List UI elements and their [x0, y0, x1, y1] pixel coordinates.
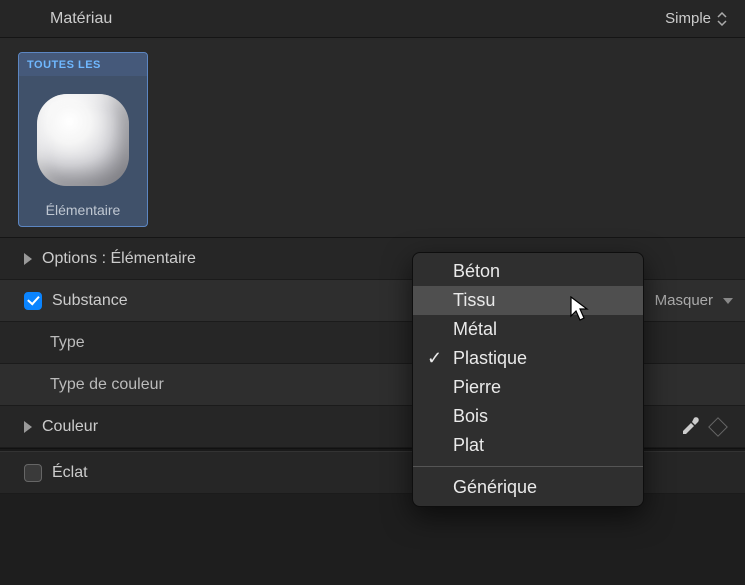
menu-item[interactable]: Béton — [413, 257, 643, 286]
menu-item[interactable]: Pierre — [413, 373, 643, 402]
disclosure-icon[interactable] — [24, 421, 32, 433]
diamond-icon[interactable] — [708, 417, 728, 437]
thumbnail-name: Élémentaire — [46, 202, 121, 218]
material-preview-blob — [37, 94, 129, 186]
eclat-checkbox[interactable] — [24, 464, 42, 482]
substance-checkbox[interactable] — [24, 292, 42, 310]
menu-item[interactable]: Bois — [413, 402, 643, 431]
substance-action-label[interactable]: Masquer — [655, 292, 713, 309]
menu-item[interactable]: Tissu — [413, 286, 643, 315]
menu-separator — [413, 466, 643, 467]
disclosure-icon[interactable] — [24, 253, 32, 265]
thumbnail-preview — [29, 86, 137, 194]
type-dropdown-menu[interactable]: BétonTissuMétalPlastiquePierreBoisPlat Gé… — [412, 252, 644, 507]
chevron-down-icon[interactable] — [723, 298, 733, 304]
menu-item[interactable]: Générique — [413, 473, 643, 502]
menu-item[interactable]: Plastique — [413, 344, 643, 373]
thumbnail-tab-label: TOUTES LES — [19, 53, 147, 76]
menu-item[interactable]: Métal — [413, 315, 643, 344]
inspector-title: Matériau — [50, 10, 112, 28]
material-thumb-strip: TOUTES LES Élémentaire — [0, 38, 745, 238]
mode-select-value: Simple — [665, 10, 711, 27]
inspector-header: Matériau Simple — [0, 0, 745, 38]
material-thumbnail[interactable]: TOUTES LES Élémentaire — [18, 52, 148, 227]
mode-select[interactable]: Simple — [665, 10, 727, 27]
updown-icon — [717, 12, 727, 26]
menu-item[interactable]: Plat — [413, 431, 643, 460]
eyedropper-icon[interactable] — [679, 416, 701, 438]
